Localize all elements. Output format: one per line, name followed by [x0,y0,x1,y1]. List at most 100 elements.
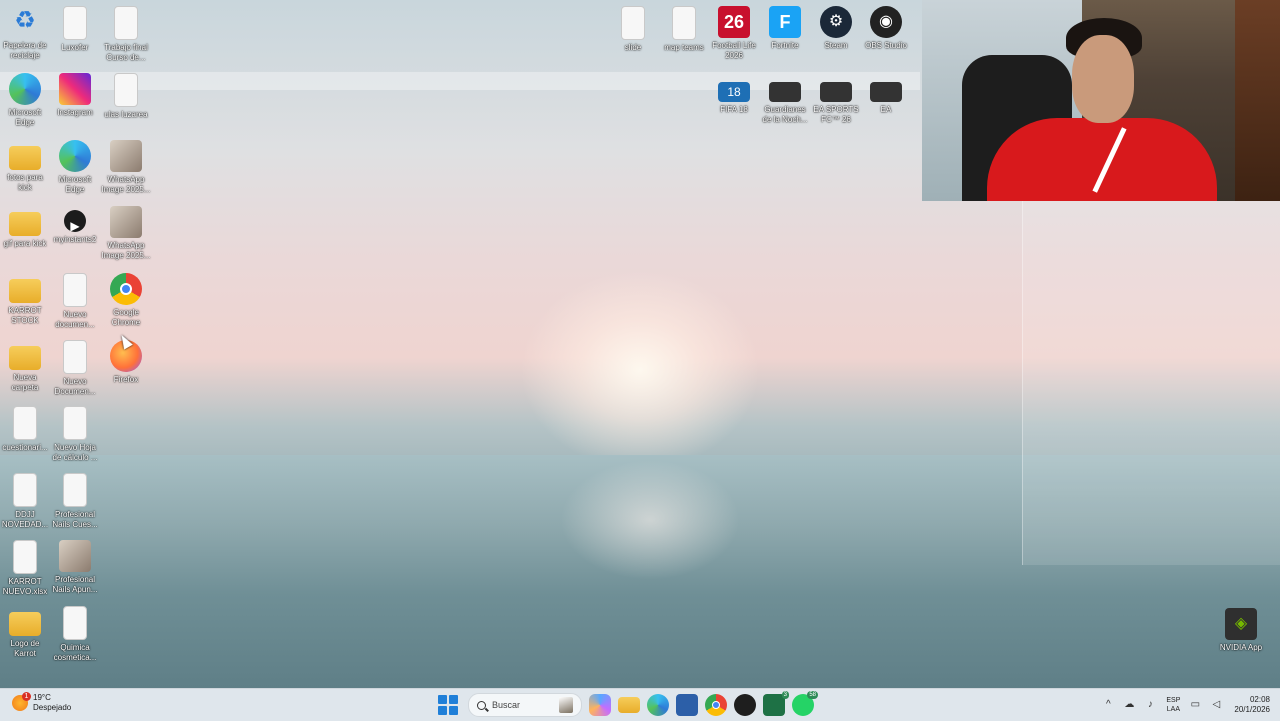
folder-icon [9,212,41,236]
desktop-icon[interactable]: Profesional Nails Cues... [50,471,100,530]
chrome-icon [110,273,142,305]
microsoft-store-icon[interactable] [676,694,698,716]
desktop-icon-label: Nueva carpeta [11,373,39,392]
desktop-icon[interactable]: gif para kick [0,204,50,249]
steam-icon: ⚙ [820,6,852,38]
folder-icon [9,279,41,303]
desktop-icon[interactable]: Google Chrome [101,271,151,328]
desktop-icon[interactable]: ♻ Papelera de reciclaje [0,4,50,61]
weather-widget[interactable]: 1 19°C Despejado [12,692,71,713]
excel-taskbar-icon[interactable]: 3 [763,691,789,716]
desktop-icon[interactable]: ⚙ Steam [811,4,861,51]
whatsapp-taskbar-icon[interactable]: 58 [792,691,818,716]
language-indicator[interactable]: ESP LAA [1166,696,1180,714]
clock[interactable]: 02:08 20/1/2026 [1234,695,1270,715]
desktop-icon[interactable]: fotos para kick [0,138,50,193]
nvidia-icon: ◈ [1225,608,1257,640]
desktop-icon[interactable]: Nuevo documen... [50,271,100,330]
desktop-icon[interactable]: ▶ myinstants2 [50,204,100,245]
desktop-icon-label: WhatsApp Image 2025... [101,175,151,194]
desktop-icon[interactable]: EA [861,80,911,115]
desktop-icon-label: ulas luzarea [104,110,148,119]
desktop-icon-label: WhatsApp Image 2025... [101,241,151,260]
desktop-icon[interactable]: cuestionari... [0,404,50,453]
desktop-icon-label: OBS Studio [865,41,907,50]
desktop-icon-label: Luxofer [61,43,89,52]
weather-badge: 1 [22,692,31,701]
desktop-icon[interactable]: Luxofer [50,4,100,53]
obs-taskbar-icon[interactable] [734,694,756,716]
desktop-icon[interactable]: Microsoft Edge [0,71,50,128]
desktop-icon-label: cuestionari... [2,443,48,452]
wallpaper-sun [520,270,760,470]
chrome-taskbar-icon[interactable] [705,694,727,716]
document-icon [13,540,37,574]
desktop-icon[interactable]: Nuevo Hoja de cálculo ... [50,404,100,463]
desktop-icon[interactable]: Quimica cosmetica... [50,604,100,663]
weather-sun-icon: 1 [12,692,31,711]
search-icon [477,700,486,710]
document-icon [63,473,87,507]
desktop-icon[interactable]: ulas luzarea [101,71,151,120]
desktop-icon-nvidia-app[interactable]: ◈ NVIDIA App [1216,606,1266,653]
folder-icon [9,612,41,636]
desktop-icon-label: EA SPORTS FC™ 26 [813,105,859,124]
desktop-icon[interactable]: Guardianes de la Noch... [760,80,810,125]
search-highlight-icon [559,697,573,713]
start-button[interactable] [438,695,458,715]
desktop-icon-label: myinstants2 [53,235,97,244]
desktop-icon[interactable]: Profesional Nails Apun... [50,538,100,595]
desktop-icon[interactable]: ◉ OBS Studio [861,4,911,51]
desktop-icon[interactable]: KARROT STOCK [0,271,50,326]
desktop-icon[interactable]: F Fortnite [760,4,810,51]
file-explorer-icon[interactable] [618,697,640,713]
microphone-icon[interactable]: ♪ [1144,699,1156,711]
desktop-icon[interactable]: slide [608,4,658,53]
desktop-icon-label: fotos para kick [7,173,43,192]
onedrive-icon[interactable]: ☁ [1123,699,1135,711]
desktop-icon-label: Nuevo Documen... [54,377,96,396]
desktop-icon-label: Nuevo Hoja de cálculo ... [52,443,98,462]
desktop-icon[interactable]: DDJJ NOVEDAD... [0,471,50,530]
desktop-icon[interactable]: Logo de Karrot [0,604,50,659]
volume-icon[interactable]: ◁ [1210,699,1222,711]
image-icon [110,140,142,172]
desktop-icon-label: Guardianes de la Noch... [762,105,808,124]
edge-taskbar-icon[interactable] [647,694,669,716]
document-icon [63,340,87,374]
chevron-up-icon[interactable]: ^ [1102,699,1114,711]
document-icon [13,406,37,440]
desktop-icon[interactable]: WhatsApp Image 2025... [101,204,151,261]
language-top: ESP [1166,697,1181,704]
webcam-door [1235,0,1280,201]
desktop-icon-label: map teams [664,43,704,52]
obs-icon: ◉ [870,6,902,38]
desktop-icon-label: Firefox [113,375,139,384]
desktop-icon-label: Papelera de reciclaje [3,41,47,60]
desktop-icon[interactable]: 18 FIFA 18 [709,80,759,115]
game-icon [820,82,852,102]
desktop-icon[interactable]: EA SPORTS FC™ 26 [811,80,861,125]
desktop-icon[interactable]: Nueva carpeta [0,338,50,393]
desktop-icon-label: Instagram [57,108,93,117]
desktop-icon-label: Profesional Nails Cues... [52,510,98,529]
whatsapp-badge: 58 [807,691,818,699]
desktop-icon[interactable]: Trabajo final Curso de... [101,4,151,63]
desktop-icon[interactable]: Nuevo Documen... [50,338,100,397]
desktop-icon[interactable]: Microsoft Edge [50,138,100,195]
copilot-icon[interactable] [589,694,611,716]
desktop-icon[interactable]: Instagram [50,71,100,118]
document-icon [13,473,37,507]
document-icon [63,606,87,640]
document-icon [672,6,696,40]
desktop-icon[interactable]: KARROT NUEVO.xlsx [0,538,50,597]
taskbar-search[interactable]: Buscar [468,693,582,717]
document-icon [114,73,138,107]
desktop-icon-label: FIFA 18 [720,105,748,114]
network-icon[interactable]: ▭ [1189,699,1201,711]
document-icon [63,273,87,307]
desktop-icon[interactable]: map teams [659,4,709,53]
desktop-icon[interactable]: 26 Football Life 2026 [709,4,759,61]
desktop-icon-label: Fortnite [771,41,799,50]
desktop-icon[interactable]: WhatsApp Image 2025... [101,138,151,195]
